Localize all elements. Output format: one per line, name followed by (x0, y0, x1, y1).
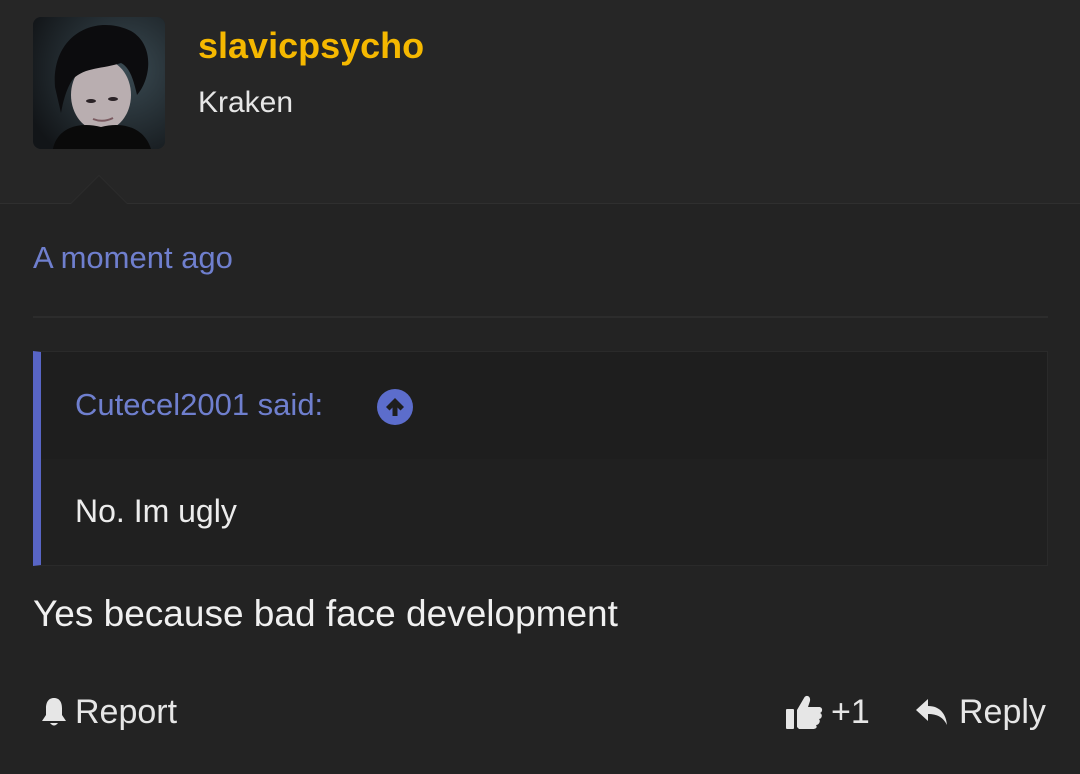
reply-arrow-icon (916, 699, 947, 725)
like-button[interactable]: +1 (785, 692, 870, 732)
report-button[interactable]: Report (39, 692, 177, 732)
bell-icon (42, 698, 66, 726)
post-message: Yes because bad face development (33, 593, 618, 634)
username[interactable]: slavicpsycho (198, 25, 424, 67)
avatar-image (33, 17, 165, 149)
thumbs-up-icon (786, 695, 823, 729)
user-title: Kraken (198, 86, 294, 119)
report-label: Report (75, 692, 178, 731)
user-avatar[interactable] (33, 17, 165, 149)
quote-block: Cutecel2001 said: No. Im ugly (33, 351, 1048, 566)
quote-author[interactable]: Cutecel2001 said: (75, 387, 323, 423)
header-pointer (70, 175, 128, 204)
quote-header: Cutecel2001 said: (41, 352, 1047, 459)
quote-body: No. Im ugly (75, 493, 237, 529)
divider (33, 316, 1048, 318)
reply-label: Reply (959, 692, 1046, 731)
arrow-up-circle-icon[interactable] (377, 389, 413, 425)
post-user-header: slavicpsycho Kraken (0, 0, 1080, 204)
reply-button[interactable]: Reply (915, 692, 1046, 732)
like-count: +1 (831, 692, 870, 731)
post-timestamp[interactable]: A moment ago (33, 240, 233, 276)
